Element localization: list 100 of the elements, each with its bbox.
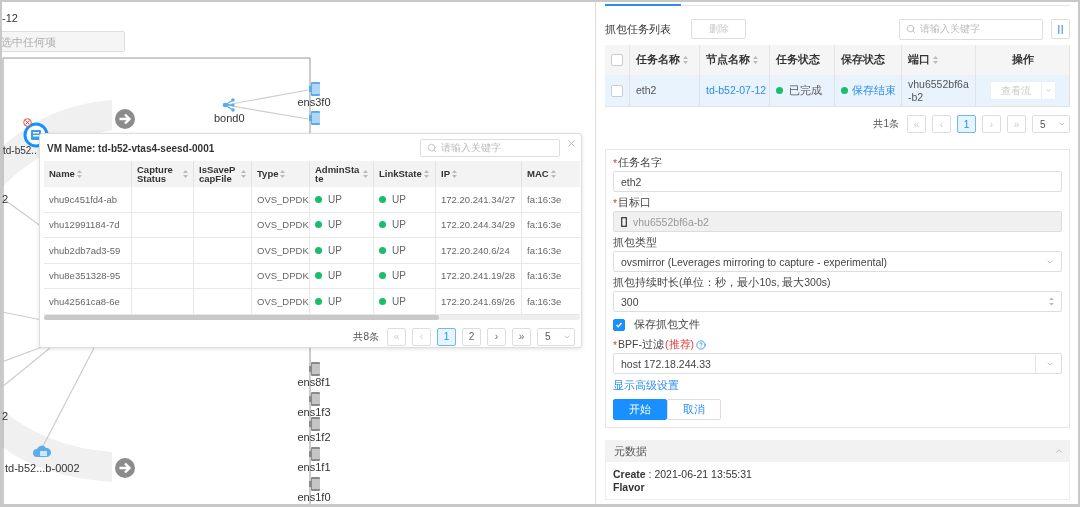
table-cell: fa:16:3e bbox=[522, 289, 580, 315]
column-header[interactable]: 端口 bbox=[902, 45, 976, 75]
sort-icon[interactable] bbox=[183, 170, 188, 178]
table-cell: UP bbox=[374, 289, 436, 315]
number-field[interactable]: 300 bbox=[613, 291, 1062, 312]
column-header[interactable]: MAC bbox=[522, 161, 580, 187]
node-label: bond0 bbox=[214, 112, 245, 124]
close-icon[interactable] bbox=[566, 137, 577, 149]
sort-icon[interactable] bbox=[550, 170, 556, 178]
table-cell: 172.20.241.19/28 bbox=[436, 263, 522, 289]
sort-icon[interactable] bbox=[280, 170, 286, 178]
sort-icon[interactable] bbox=[423, 170, 429, 178]
page-button[interactable]: 2 bbox=[462, 327, 481, 346]
column-header[interactable]: 节点名称 bbox=[700, 45, 770, 75]
table-cell: eth2 bbox=[630, 75, 700, 107]
port-label: ens3f0 bbox=[297, 96, 331, 108]
status-dot bbox=[379, 246, 386, 254]
table-cell: vhub2db7ad3-59 bbox=[44, 238, 132, 264]
help-icon[interactable] bbox=[696, 340, 706, 350]
chevron-down-icon bbox=[1058, 120, 1066, 128]
status-dot bbox=[776, 87, 783, 94]
column-header[interactable]: 保存状态 bbox=[835, 45, 902, 75]
page-nav-button[interactable]: » bbox=[512, 327, 531, 346]
select-field[interactable]: host 172.18.244.33 bbox=[613, 353, 1062, 374]
field-label: *目标口 bbox=[613, 195, 653, 211]
status-dot bbox=[379, 297, 386, 305]
table-cell: UP bbox=[310, 212, 374, 238]
share-icon[interactable] bbox=[222, 98, 237, 112]
search-icon bbox=[427, 143, 437, 153]
column-header[interactable]: Capture Status bbox=[132, 161, 194, 187]
edge-label: 2 bbox=[2, 410, 9, 422]
section-header[interactable]: 元数据 bbox=[605, 440, 1070, 462]
sort-icon[interactable] bbox=[753, 56, 758, 64]
table-cell: UP bbox=[374, 238, 436, 264]
column-header[interactable]: Name bbox=[44, 161, 132, 187]
page-size-select[interactable]: 5 bbox=[537, 327, 575, 346]
table-cell bbox=[132, 187, 194, 213]
table-cell: OVS_DPDK bbox=[252, 212, 310, 238]
cancel-button[interactable]: 取消 bbox=[667, 399, 721, 420]
table-cell: UP bbox=[310, 263, 374, 289]
table-cell: vhu9c451fd4-ab bbox=[44, 187, 132, 213]
columns-icon bbox=[1058, 24, 1063, 34]
table-cell: vhu42561ca8-6e bbox=[44, 289, 132, 315]
metadata-line: Create : 2021-06-21 13:55:31 bbox=[613, 468, 753, 481]
checkbox[interactable] bbox=[611, 84, 623, 97]
column-header[interactable]: AdminState bbox=[310, 161, 374, 187]
field-label: *任务名字 bbox=[613, 155, 664, 171]
sort-icon[interactable] bbox=[933, 56, 938, 64]
arrow-right-icon[interactable] bbox=[115, 109, 135, 129]
column-header[interactable]: 操作 bbox=[976, 45, 1070, 75]
columns-button[interactable] bbox=[1051, 19, 1070, 39]
cloud-node-icon[interactable] bbox=[33, 444, 51, 458]
column-header[interactable]: IsSavePcapFile bbox=[194, 161, 252, 187]
column-header[interactable]: IP bbox=[436, 161, 522, 187]
table-cell: UP bbox=[310, 238, 374, 264]
table-cell: fa:16:3e bbox=[522, 263, 580, 289]
table-cell: 172.20.240.6/24 bbox=[436, 238, 522, 264]
section-title: 抓包任务列表 bbox=[605, 21, 672, 37]
status-dot bbox=[315, 246, 322, 254]
table-cell: fa:16:3e bbox=[522, 238, 580, 264]
node-label: td-b52.. bbox=[3, 145, 37, 156]
sort-icon[interactable] bbox=[683, 56, 688, 64]
port-label: ens8f1 bbox=[297, 376, 331, 388]
table-cell: OVS_DPDK bbox=[252, 263, 310, 289]
arrow-right-icon[interactable] bbox=[115, 458, 135, 478]
metadata-line: Flavor bbox=[613, 480, 646, 494]
page-nav-button[interactable]: › bbox=[487, 327, 506, 346]
spinner-icon[interactable] bbox=[1049, 297, 1054, 306]
status-dot bbox=[841, 87, 848, 94]
field-label: 抓包持续时长(单位：秒，最小10s, 最大300s) bbox=[613, 275, 832, 290]
column-header[interactable]: 任务状态 bbox=[770, 45, 835, 75]
select-field[interactable]: ovsmirror (Leverages mirroring to capture - experimental) bbox=[613, 251, 1062, 272]
sort-icon[interactable] bbox=[76, 170, 82, 178]
checkbox[interactable] bbox=[613, 318, 625, 331]
column-header[interactable]: 任务名称 bbox=[630, 45, 700, 75]
table-cell: OVS_DPDK bbox=[252, 187, 310, 213]
checkbox-label: 保存抓包文件 bbox=[634, 317, 700, 332]
table-cell: vhu8e351328-95 bbox=[44, 263, 132, 289]
port-label: ens1f2 bbox=[297, 431, 331, 443]
table-cell: UP bbox=[374, 212, 436, 238]
advanced-settings-link[interactable]: 显示高级设置 bbox=[613, 379, 679, 393]
table-cell: UP bbox=[374, 263, 436, 289]
edge-label: 2 bbox=[2, 193, 9, 205]
status-dot bbox=[379, 272, 386, 280]
checkbox[interactable] bbox=[611, 54, 623, 66]
table-cell bbox=[194, 289, 252, 315]
scrollbar[interactable] bbox=[44, 314, 580, 320]
field-label: 抓包类型 bbox=[613, 235, 658, 250]
check-icon bbox=[615, 320, 623, 329]
column-header[interactable]: Type bbox=[252, 161, 310, 187]
sort-icon[interactable] bbox=[241, 170, 246, 178]
page-size-select[interactable]: 5 bbox=[1032, 115, 1070, 133]
node-label: td-b52...b-0002 bbox=[5, 462, 80, 474]
table-cell: 保存结束 bbox=[835, 75, 902, 107]
status-dot bbox=[379, 195, 386, 203]
column-header[interactable]: LinkState bbox=[374, 161, 436, 187]
table-cell: 172.20.241.34/27 bbox=[436, 187, 522, 213]
sort-icon[interactable] bbox=[452, 170, 457, 178]
sort-icon[interactable] bbox=[363, 170, 368, 178]
input-field[interactable]: eth2 bbox=[613, 171, 1062, 192]
